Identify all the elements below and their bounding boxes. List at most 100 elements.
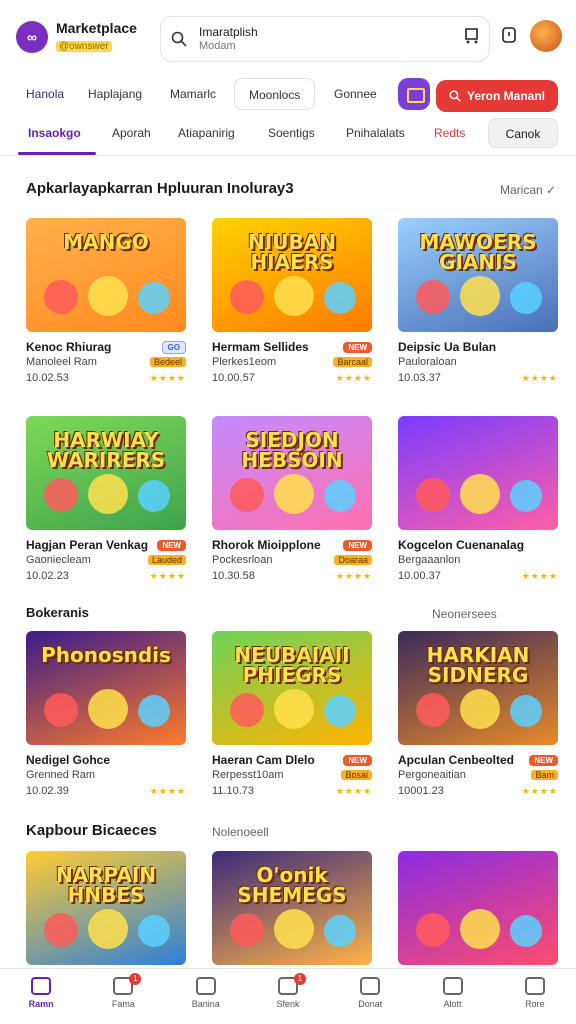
section-sub-0[interactable]: Marican ✓ <box>500 183 556 197</box>
product-card[interactable]: O'onik SHEMEGS <box>212 851 372 965</box>
brand: Marketplace @ownswer <box>56 20 156 54</box>
character-art <box>460 909 500 949</box>
product-thumbnail[interactable]: NEUBAIAII PHIEGRS <box>212 631 372 745</box>
product-thumbnail[interactable]: NARPAIN HNBES <box>26 851 186 965</box>
section-sub-3[interactable]: Nolenoeell <box>212 825 269 839</box>
profile-icon <box>524 977 545 995</box>
tab-action-button[interactable]: Canok <box>488 118 558 148</box>
search-query: Imaratplish <box>199 25 258 39</box>
character-art <box>88 276 128 316</box>
product-card[interactable]: NIUBAN HIAERS Hermam Sellides NEW Plerkes1e… <box>212 218 372 384</box>
thumbnail-art-title: NIUBAN HIAERS <box>248 230 336 274</box>
thumbnail-art-title: HARWIAY WARIRERS <box>46 428 166 472</box>
thumbnail-art-title: MANGO <box>63 230 149 254</box>
nav-item-6[interactable]: Rore <box>494 969 576 1024</box>
product-thumbnail[interactable]: NIUBAN HIAERS <box>212 218 372 332</box>
cart-icon[interactable] <box>464 26 482 44</box>
search-placeholder: Modam <box>199 40 236 52</box>
tab-4[interactable]: Pnihalalats <box>346 126 405 140</box>
section-sub-2[interactable]: Neonersees <box>432 607 497 621</box>
search-bar[interactable]: Imaratplish Modam <box>160 16 490 62</box>
card-tag: Bedeel <box>149 357 186 367</box>
character-art <box>274 474 314 514</box>
chip-1[interactable]: Haplajang <box>88 78 142 110</box>
tab-5[interactable]: Redts <box>434 126 465 140</box>
character-art <box>138 915 170 947</box>
product-thumbnail[interactable]: O'onik SHEMEGS <box>212 851 372 965</box>
tab-2[interactable]: Atiapanirig <box>178 126 235 140</box>
product-card[interactable]: MANGO Kenoc Rhiurag GO Manoleel Ram Bedeel 10… <box>26 218 186 384</box>
nav-item-3[interactable]: 1 Sfenk <box>247 969 329 1024</box>
card-meta: 11.10.73 <box>212 785 255 797</box>
bag-icon <box>360 977 381 995</box>
card-tag: Barcaal <box>333 357 372 367</box>
card-subtitle: Plerkes1eom <box>212 356 277 368</box>
tab-bar: Insaokgo Aporah Atiapanirig Soentigs Pni… <box>0 118 576 156</box>
product-thumbnail[interactable]: Phonosndis <box>26 631 186 745</box>
card-title: Rhorok Mioipplone <box>212 538 321 552</box>
home-icon <box>31 977 52 995</box>
product-card[interactable]: MAWOERS GIANIS Deipsic Ua Bulan Pauloraloa… <box>398 218 558 384</box>
product-card[interactable]: NEUBAIAII PHIEGRS Haeran Cam Dlelo NEW Rerp… <box>212 631 372 797</box>
character-art <box>44 693 78 727</box>
games-icon <box>195 977 216 995</box>
tab-1[interactable]: Aporah <box>112 126 151 140</box>
product-card[interactable]: HARKIAN SIDNERG Apculan Cenbeolted NEW Perg… <box>398 631 558 797</box>
nav-label: Donat <box>358 999 383 1009</box>
product-thumbnail[interactable] <box>398 851 558 965</box>
notification-icon[interactable] <box>500 26 518 44</box>
product-card[interactable]: Phonosndis Nedigel Gohce Grenned Ram 10.02.… <box>26 631 186 797</box>
product-card[interactable]: SIEDJON HEBSOIN Rhorok Mioipplone NEW Pocke… <box>212 416 372 582</box>
product-thumbnail[interactable]: HARKIAN SIDNERG <box>398 631 558 745</box>
product-card[interactable]: Kogcelon Cuenanalag Bergaaanlon 10.00.37 ★★… <box>398 416 558 582</box>
card-title: Kenoc Rhiurag <box>26 340 112 354</box>
card-tag: Bosai <box>341 770 372 780</box>
basket-button[interactable] <box>398 78 430 110</box>
nav-item-2[interactable]: Banina <box>165 969 247 1024</box>
character-art <box>416 693 450 727</box>
status-badge: NEW <box>343 341 372 353</box>
nav-label: Fama <box>111 999 135 1009</box>
tab-3[interactable]: Soentigs <box>268 126 315 140</box>
product-thumbnail[interactable] <box>398 416 558 530</box>
avatar[interactable] <box>530 20 562 52</box>
nav-item-5[interactable]: Alott <box>411 969 493 1024</box>
status-badge: NEW <box>529 754 558 766</box>
active-tab-indicator <box>18 152 96 155</box>
thumbnail-art-title: HARKIAN SIDNERG <box>426 643 530 687</box>
chip-2[interactable]: Mamarlc <box>170 78 216 110</box>
card-title: Hagjan Peran Venkag <box>26 538 149 552</box>
product-card[interactable]: NARPAIN HNBES <box>26 851 186 965</box>
nav-item-4[interactable]: Donat <box>329 969 411 1024</box>
character-art <box>88 909 128 949</box>
section-sub-0-label: Marican <box>500 183 543 197</box>
tab-0[interactable]: Insaokgo <box>28 126 81 140</box>
primary-action-label: Yeron Mananl <box>466 89 546 103</box>
chip-4[interactable]: Gonnee <box>334 78 377 110</box>
nav-label: Alott <box>443 999 462 1009</box>
nav-badge: 1 <box>293 973 306 985</box>
chip-3[interactable]: Moonlocs <box>234 78 316 110</box>
card-title: Hermam Sellides <box>212 340 309 354</box>
card-meta: 10.02.53 <box>26 372 69 384</box>
primary-action-button[interactable]: Yeron Mananl <box>436 80 558 112</box>
app-logo[interactable]: ∞ <box>16 21 48 53</box>
chip-0[interactable]: Hanola <box>26 78 64 110</box>
character-art <box>230 693 264 727</box>
product-thumbnail[interactable]: MAWOERS GIANIS <box>398 218 558 332</box>
card-meta: 10.00.37 <box>398 570 441 582</box>
product-card[interactable]: HARWIAY WARIRERS Hagjan Peran Venkag NEW Ga… <box>26 416 186 582</box>
product-thumbnail[interactable]: SIEDJON HEBSOIN <box>212 416 372 530</box>
product-card[interactable] <box>398 851 558 965</box>
nav-label: Banina <box>191 999 220 1009</box>
nav-item-1[interactable]: 1 Fama <box>82 969 164 1024</box>
nav-item-0[interactable]: Ramn <box>0 969 82 1024</box>
thumbnail-art-title: Phonosndis <box>41 643 171 667</box>
product-thumbnail[interactable]: MANGO <box>26 218 186 332</box>
character-art <box>230 280 264 314</box>
section-title-2: Bokeranis <box>26 605 89 620</box>
character-art <box>274 276 314 316</box>
card-meta: 10.02.23 <box>26 570 69 582</box>
character-art <box>230 913 264 947</box>
product-thumbnail[interactable]: HARWIAY WARIRERS <box>26 416 186 530</box>
